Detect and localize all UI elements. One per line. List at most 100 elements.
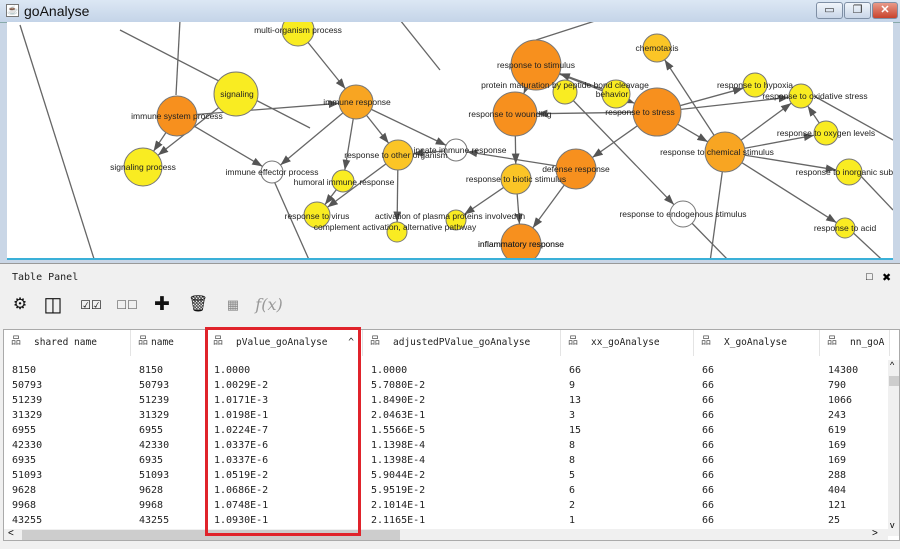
close-panel-icon[interactable]: ✖ [882, 271, 891, 284]
table-cell[interactable]: 288 [828, 470, 846, 481]
column-header[interactable]: 品 nn_goA [820, 330, 890, 356]
float-panel-icon[interactable]: □ [866, 271, 873, 283]
table-cell[interactable]: 1.1398E-4 [371, 455, 425, 466]
table-cell[interactable]: 6935 [12, 455, 36, 466]
table-cell[interactable]: 9 [569, 380, 575, 391]
vertical-scrollbar[interactable]: ^ v [888, 360, 899, 536]
table-cell[interactable]: 43255 [12, 515, 42, 526]
table-cell[interactable]: 42330 [139, 440, 169, 451]
table-cell[interactable]: 5.9044E-2 [371, 470, 425, 481]
table-cell[interactable]: 790 [828, 380, 846, 391]
table-cell[interactable]: 6955 [12, 425, 36, 436]
table-cell[interactable]: 5.9519E-2 [371, 485, 425, 496]
table-cell[interactable]: 2.1014E-1 [371, 500, 425, 511]
table-cell[interactable]: 2.1165E-1 [371, 515, 425, 526]
table-cell[interactable]: 51239 [139, 395, 169, 406]
table-cell[interactable]: 1066 [828, 395, 852, 406]
table-cell[interactable]: 66 [702, 425, 714, 436]
table-cell[interactable]: 50793 [139, 380, 169, 391]
scroll-thumb[interactable] [889, 376, 899, 386]
table-cell[interactable]: 66 [702, 455, 714, 466]
table-cell[interactable]: 15 [569, 425, 581, 436]
table-cell[interactable]: 66 [702, 410, 714, 421]
gear-icon[interactable]: ⚙ [10, 295, 30, 315]
scroll-right-icon[interactable]: > [872, 528, 878, 539]
table-cell[interactable]: 169 [828, 440, 846, 451]
table-cell[interactable]: 8150 [12, 365, 36, 376]
table-row[interactable]: 51239 51239 1.0171E-3 1.8490E-2 13 66 1066 [4, 394, 884, 409]
select-all-icon[interactable]: ☑☑ [78, 295, 104, 315]
table-cell[interactable]: 6935 [139, 455, 163, 466]
table-cell[interactable]: 42330 [12, 440, 42, 451]
table-cell[interactable]: 2.0463E-1 [371, 410, 425, 421]
table-cell[interactable]: 51239 [12, 395, 42, 406]
table-cell[interactable]: 25 [828, 515, 840, 526]
table-row[interactable]: 51093 51093 1.0519E-2 5.9044E-2 5 66 288 [4, 469, 884, 484]
table-cell[interactable]: 9628 [139, 485, 163, 496]
scroll-up-icon[interactable]: ^ [890, 360, 894, 370]
table-cell[interactable]: 5 [569, 470, 575, 481]
graph-edge[interactable] [535, 22, 660, 41]
table-cell[interactable]: 6 [569, 485, 575, 496]
table-cell[interactable]: 66 [702, 515, 714, 526]
table-row[interactable]: 8150 8150 1.0000 1.0000 66 66 14300 [4, 364, 884, 379]
table-row[interactable]: 50793 50793 1.0029E-2 5.7080E-2 9 66 790 [4, 379, 884, 394]
table-cell[interactable]: 9968 [12, 500, 36, 511]
table-cell[interactable]: 1.0000 [371, 365, 407, 376]
table-cell[interactable]: 66 [702, 485, 714, 496]
table-cell[interactable]: 31329 [12, 410, 42, 421]
table-cell[interactable]: 8150 [139, 365, 163, 376]
function-builder-icon[interactable]: f(x) [254, 295, 284, 315]
column-header[interactable]: 品 name [131, 330, 206, 356]
table-cell[interactable]: 66 [702, 395, 714, 406]
table-cell[interactable]: 14300 [828, 365, 858, 376]
link-table-icon[interactable]: ▦ [222, 295, 244, 315]
table-cell[interactable]: 8 [569, 455, 575, 466]
add-column-icon[interactable]: ✚ [152, 295, 172, 315]
table-row[interactable]: 9628 9628 1.0686E-2 5.9519E-2 6 66 404 [4, 484, 884, 499]
table-cell[interactable]: 243 [828, 410, 846, 421]
table-cell[interactable]: 66 [702, 380, 714, 391]
column-header[interactable]: 品 shared name [4, 330, 131, 356]
table-cell[interactable]: 66 [702, 470, 714, 481]
column-header[interactable]: 品 xx_goAnalyse [561, 330, 694, 356]
table-cell[interactable]: 1.5566E-5 [371, 425, 425, 436]
table-cell[interactable]: 6955 [139, 425, 163, 436]
restore-button[interactable]: ❐ [844, 2, 871, 19]
table-row[interactable]: 43255 43255 1.0930E-1 2.1165E-1 1 66 25 [4, 514, 884, 529]
table-cell[interactable]: 404 [828, 485, 846, 496]
column-header[interactable]: 品 adjustedPValue_goAnalyse [363, 330, 561, 356]
table-row[interactable]: 6955 6955 1.0224E-7 1.5566E-5 15 66 619 [4, 424, 884, 439]
scroll-down-icon[interactable]: v [890, 520, 895, 530]
table-cell[interactable]: 121 [828, 500, 846, 511]
table-cell[interactable]: 169 [828, 455, 846, 466]
graph-edge[interactable] [19, 24, 95, 260]
table-cell[interactable]: 1 [569, 515, 575, 526]
table-row[interactable]: 31329 31329 1.0198E-1 2.0463E-1 3 66 243 [4, 409, 884, 424]
table-cell[interactable]: 66 [702, 440, 714, 451]
table-cell[interactable]: 1.8490E-2 [371, 395, 425, 406]
table-row[interactable]: 42330 42330 1.0337E-6 1.1398E-4 8 66 169 [4, 439, 884, 454]
column-header[interactable]: 品 X_goAnalyse [694, 330, 820, 356]
network-view[interactable]: multi-organism process immune system proc… [7, 22, 893, 260]
table-cell[interactable]: 9968 [139, 500, 163, 511]
table-cell[interactable]: 66 [702, 365, 714, 376]
table-cell[interactable]: 5.7080E-2 [371, 380, 425, 391]
table-cell[interactable]: 3 [569, 410, 575, 421]
graph-edge[interactable] [400, 22, 441, 71]
table-cell[interactable]: 8 [569, 440, 575, 451]
column-layout-icon[interactable]: ◫ [42, 295, 64, 315]
table-cell[interactable]: 43255 [139, 515, 169, 526]
table-row[interactable]: 6935 6935 1.0337E-6 1.1398E-4 8 66 169 [4, 454, 884, 469]
table-cell[interactable]: 31329 [139, 410, 169, 421]
horizontal-scrollbar[interactable]: < > [4, 528, 888, 540]
table-cell[interactable]: 66 [569, 365, 581, 376]
table-cell[interactable]: 50793 [12, 380, 42, 391]
table-cell[interactable]: 66 [702, 500, 714, 511]
network-graph[interactable]: multi-organism process immune system proc… [7, 22, 893, 260]
close-button[interactable]: ✕ [872, 2, 898, 19]
deselect-all-icon[interactable]: ☐☐ [114, 295, 140, 315]
table-cell[interactable]: 619 [828, 425, 846, 436]
table-cell[interactable]: 2 [569, 500, 575, 511]
table-row[interactable]: 9968 9968 1.0748E-1 2.1014E-1 2 66 121 [4, 499, 884, 514]
